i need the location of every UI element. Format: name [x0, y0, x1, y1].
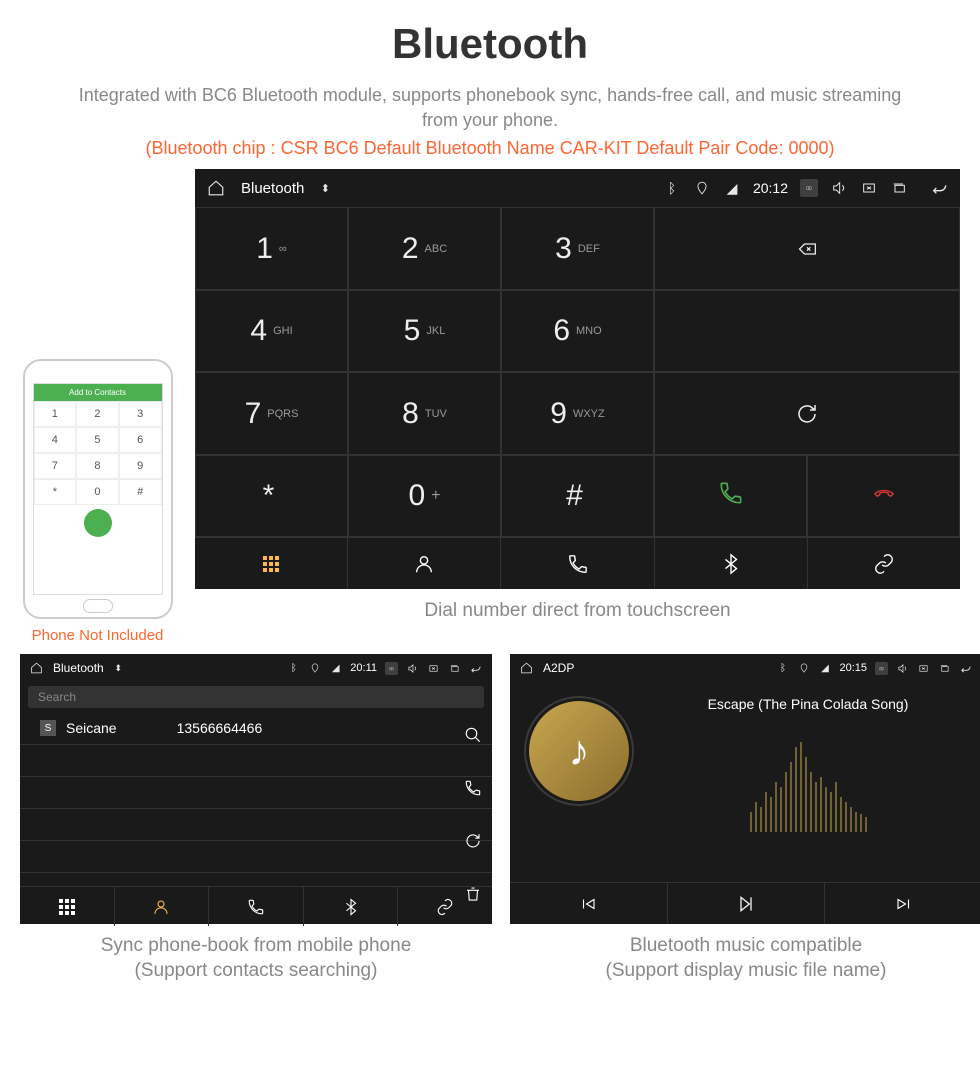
- refresh-icon[interactable]: [464, 832, 482, 855]
- empty-key: [654, 290, 960, 373]
- dialer-screen: Bluetooth ⬍ ᛒ ◢ 20:12 1∞: [195, 169, 960, 589]
- recent-icon[interactable]: [938, 662, 951, 675]
- end-call-button[interactable]: [807, 455, 960, 538]
- delete-icon[interactable]: [464, 885, 482, 908]
- location-icon: [308, 662, 321, 675]
- home-icon[interactable]: [520, 662, 533, 675]
- recent-icon[interactable]: [890, 179, 908, 197]
- call-icon[interactable]: [464, 779, 482, 802]
- wifi-icon: ◢: [723, 179, 741, 197]
- bluetooth-icon: ᛒ: [776, 662, 789, 675]
- contacts-screen: Bluetooth ⬍ ᛒ ◢ 20:11 Sear: [20, 654, 492, 924]
- location-icon: [797, 662, 810, 675]
- previous-button[interactable]: [510, 883, 668, 924]
- home-icon[interactable]: [30, 662, 43, 675]
- statusbar: Bluetooth ⬍ ᛒ ◢ 20:11: [20, 654, 492, 682]
- location-icon: [693, 179, 711, 197]
- search-icon[interactable]: [464, 726, 482, 749]
- close-icon[interactable]: [860, 179, 878, 197]
- key-4[interactable]: 4GHI: [195, 290, 348, 373]
- screen-title: Bluetooth: [241, 180, 304, 197]
- volume-icon[interactable]: [896, 662, 909, 675]
- call-button[interactable]: [654, 455, 807, 538]
- tab-bluetooth[interactable]: [655, 538, 808, 589]
- key-5[interactable]: 5JKL: [348, 290, 501, 373]
- phone-caption: Phone Not Included: [20, 627, 175, 644]
- music-caption: Bluetooth music compatible (Support disp…: [510, 934, 980, 983]
- statusbar: Bluetooth ⬍ ᛒ ◢ 20:12: [195, 169, 960, 207]
- back-icon[interactable]: [959, 662, 972, 675]
- backspace-button[interactable]: [654, 207, 960, 290]
- tab-dialpad[interactable]: [20, 887, 115, 926]
- key-2[interactable]: 2ABC: [348, 207, 501, 290]
- music-screen: A2DP ᛒ ◢ 20:15 ♪: [510, 654, 980, 924]
- usb-icon: ⬍: [316, 179, 334, 197]
- phone-mock-header: Add to Contacts: [34, 384, 162, 401]
- tab-bluetooth[interactable]: [304, 887, 399, 926]
- back-icon[interactable]: [930, 179, 948, 197]
- visualizer: [648, 732, 968, 832]
- tab-dialpad[interactable]: [195, 538, 348, 589]
- album-art: ♪: [524, 696, 634, 806]
- tab-contacts[interactable]: [115, 887, 210, 926]
- key-8[interactable]: 8TUV: [348, 372, 501, 455]
- contact-row[interactable]: S Seicane 13566664466: [20, 712, 492, 745]
- contact-number: 13566664466: [177, 720, 263, 736]
- contacts-caption: Sync phone-book from mobile phone (Suppo…: [20, 934, 492, 983]
- volume-icon[interactable]: [830, 179, 848, 197]
- key-9[interactable]: 9WXYZ: [501, 372, 654, 455]
- phone-mockup: Add to Contacts 123 456 789 *0#: [23, 359, 173, 619]
- key-0[interactable]: 0+: [348, 455, 501, 538]
- home-icon[interactable]: [207, 179, 225, 197]
- wifi-icon: ◢: [818, 662, 831, 675]
- recent-icon[interactable]: [448, 662, 461, 675]
- usb-icon: ⬍: [112, 662, 125, 675]
- key-3[interactable]: 3DEF: [501, 207, 654, 290]
- music-note-icon: ♪: [569, 727, 590, 775]
- tab-recent[interactable]: [209, 887, 304, 926]
- back-icon[interactable]: [469, 662, 482, 675]
- close-icon[interactable]: [427, 662, 440, 675]
- next-button[interactable]: [825, 883, 980, 924]
- bluetooth-icon: ᛒ: [287, 662, 300, 675]
- tab-link[interactable]: [808, 538, 960, 589]
- contact-name: Seicane: [66, 720, 117, 736]
- key-1[interactable]: 1∞: [195, 207, 348, 290]
- key-star[interactable]: *: [195, 455, 348, 538]
- search-input[interactable]: Search: [28, 686, 484, 708]
- statusbar: A2DP ᛒ ◢ 20:15: [510, 654, 980, 682]
- clock: 20:11: [350, 662, 377, 674]
- camera-icon[interactable]: [800, 179, 818, 197]
- bluetooth-icon: ᛒ: [663, 179, 681, 197]
- page-subtitle: Integrated with BC6 Bluetooth module, su…: [20, 83, 960, 133]
- close-icon[interactable]: [917, 662, 930, 675]
- phone-mock-call-icon: [84, 509, 112, 537]
- clock: 20:12: [753, 180, 788, 196]
- tab-recent[interactable]: [501, 538, 654, 589]
- tab-contacts[interactable]: [348, 538, 501, 589]
- clock: 20:15: [839, 662, 867, 674]
- contact-badge: S: [40, 720, 56, 736]
- camera-icon[interactable]: [875, 662, 888, 675]
- redial-button[interactable]: [654, 372, 960, 455]
- song-title: Escape (The Pina Colada Song): [648, 696, 968, 712]
- bluetooth-specs: (Bluetooth chip : CSR BC6 Default Blueto…: [20, 138, 960, 159]
- wifi-icon: ◢: [329, 662, 342, 675]
- key-7[interactable]: 7PQRS: [195, 372, 348, 455]
- key-6[interactable]: 6MNO: [501, 290, 654, 373]
- dialer-caption: Dial number direct from touchscreen: [195, 599, 960, 624]
- key-hash[interactable]: #: [501, 455, 654, 538]
- play-pause-button[interactable]: [668, 883, 826, 924]
- camera-icon[interactable]: [385, 662, 398, 675]
- page-title: Bluetooth: [20, 20, 960, 68]
- screen-title: A2DP: [543, 661, 574, 675]
- volume-icon[interactable]: [406, 662, 419, 675]
- screen-title: Bluetooth: [53, 661, 104, 675]
